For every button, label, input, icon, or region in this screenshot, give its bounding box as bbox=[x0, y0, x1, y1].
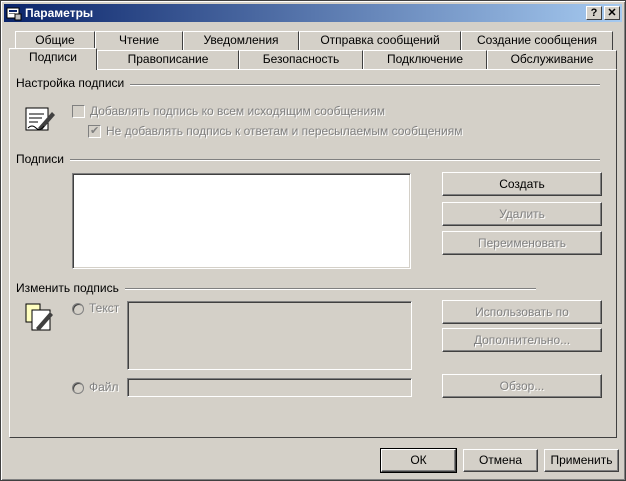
delete-label: Удалить bbox=[499, 207, 545, 221]
options-icon bbox=[6, 7, 22, 21]
cancel-button[interactable]: Отмена bbox=[463, 449, 538, 472]
browse-label: Обзор... bbox=[499, 379, 545, 393]
create-label: Создать bbox=[499, 177, 545, 191]
tab-spelling[interactable]: Правописание bbox=[97, 50, 239, 69]
ok-label: ОК bbox=[410, 453, 427, 467]
cancel-label: Отмена bbox=[478, 453, 523, 467]
group-signature-settings: Настройка подписи bbox=[16, 76, 131, 90]
title-bar[interactable]: Параметры ? ✕ bbox=[4, 4, 622, 22]
tab-notifications[interactable]: Уведомления bbox=[183, 31, 299, 50]
text-label: Текст bbox=[89, 301, 120, 315]
tab-read[interactable]: Чтение bbox=[95, 31, 183, 50]
advanced-label: Дополнительно... bbox=[473, 333, 571, 347]
text-radio[interactable] bbox=[72, 303, 84, 315]
group-signatures: Подписи bbox=[16, 152, 70, 166]
no-replies-label: Не добавлять подпись к ответам и пересыл… bbox=[106, 124, 463, 138]
apply-button[interactable]: Применить bbox=[544, 449, 619, 472]
window-title: Параметры bbox=[25, 6, 94, 20]
add-to-all-checkbox[interactable] bbox=[72, 105, 85, 118]
separator bbox=[16, 159, 600, 161]
signature-text-area[interactable] bbox=[127, 301, 412, 370]
signatures-list[interactable] bbox=[72, 173, 411, 269]
apply-label: Применить bbox=[550, 453, 613, 467]
help-button[interactable]: ? bbox=[586, 6, 602, 20]
rename-label: Переименовать bbox=[478, 236, 566, 250]
tab-signatures[interactable]: Подписи bbox=[9, 48, 97, 70]
tab-connection[interactable]: Подключение bbox=[363, 50, 487, 69]
check-icon: ✔ bbox=[90, 125, 100, 137]
advanced-button[interactable]: Дополнительно... bbox=[442, 328, 602, 352]
file-radio[interactable] bbox=[72, 382, 84, 394]
file-label: Файл bbox=[89, 380, 119, 394]
signature-settings-icon bbox=[25, 107, 55, 131]
create-button[interactable]: Создать bbox=[442, 172, 602, 196]
add-to-all-label: Добавлять подпись ко всем исходящим сооб… bbox=[90, 104, 385, 118]
edit-signature-icon bbox=[25, 303, 53, 331]
tab-security[interactable]: Безопасность bbox=[239, 50, 363, 69]
options-dialog: Параметры ? ✕ Общие Чтение Уведомления О… bbox=[0, 0, 626, 481]
signatures-panel: Настройка подписи Добавлять подпись ко в… bbox=[9, 69, 617, 438]
tab-send[interactable]: Отправка сообщений bbox=[299, 31, 461, 50]
set-default-button[interactable]: Использовать по умолчанию bbox=[442, 300, 602, 341]
group-edit-signature: Изменить подпись bbox=[16, 281, 125, 295]
file-path-input[interactable] bbox=[127, 378, 412, 397]
no-replies-checkbox[interactable]: ✔ bbox=[88, 125, 101, 138]
tab-compose[interactable]: Создание сообщения bbox=[461, 31, 613, 50]
browse-button[interactable]: Обзор... bbox=[442, 374, 602, 398]
rename-button[interactable]: Переименовать bbox=[442, 231, 602, 255]
ok-button[interactable]: ОК bbox=[380, 448, 457, 473]
delete-button[interactable]: Удалить bbox=[442, 202, 602, 226]
close-icon[interactable]: ✕ bbox=[604, 6, 620, 20]
tab-maintenance[interactable]: Обслуживание bbox=[487, 50, 617, 69]
